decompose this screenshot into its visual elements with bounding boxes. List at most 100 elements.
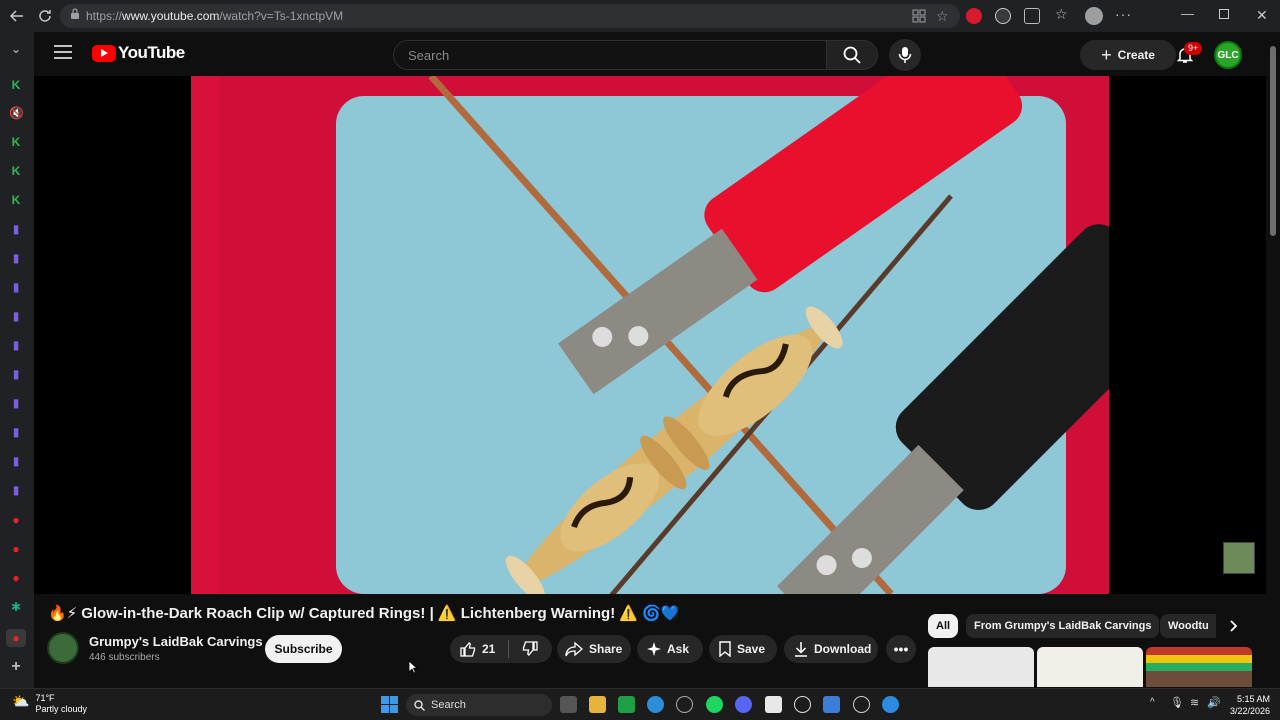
- extension-red-icon[interactable]: [966, 8, 982, 24]
- search-icon: [414, 699, 425, 711]
- minimize-icon[interactable]: —: [1181, 6, 1194, 21]
- plus-icon: +: [1101, 44, 1112, 65]
- page-scrollbar[interactable]: [1266, 32, 1280, 688]
- share-icon: [565, 641, 583, 657]
- weather-widget[interactable]: ⛅ 71°F Partly cloudy: [12, 693, 87, 715]
- sidebar-twitch-icon[interactable]: ▮: [9, 338, 23, 352]
- create-button[interactable]: + Create: [1080, 40, 1176, 70]
- sidebar-k-icon[interactable]: K: [9, 78, 23, 92]
- ask-button[interactable]: Ask: [637, 635, 703, 663]
- search-icon: [843, 46, 861, 64]
- settings-gear-icon[interactable]: [794, 696, 811, 713]
- sidebar-youtube-icon[interactable]: ●: [9, 513, 23, 527]
- edge-icon[interactable]: [647, 696, 664, 713]
- more-menu-icon[interactable]: ···: [1115, 6, 1132, 22]
- sidebar-twitch-icon[interactable]: ▮: [9, 367, 23, 381]
- close-icon[interactable]: ✕: [1256, 7, 1268, 24]
- title-emoji-suffix: 🌀💙: [642, 605, 680, 622]
- app-chrome-icon[interactable]: [676, 696, 693, 713]
- notepad-icon[interactable]: [765, 696, 782, 713]
- channel-watermark[interactable]: [1223, 542, 1255, 574]
- url-text: https://www.youtube.com/watch?v=Ts-1xnct…: [86, 9, 344, 23]
- sidebar-youtube-active-icon[interactable]: ●: [6, 629, 26, 647]
- chip-from-channel[interactable]: From Grumpy's LaidBak Carvings: [966, 614, 1160, 638]
- reload-icon[interactable]: [30, 0, 60, 32]
- save-button[interactable]: Save: [709, 635, 777, 663]
- hamburger-menu-icon[interactable]: [54, 45, 72, 64]
- chevron-down-icon[interactable]: ⌄: [9, 42, 23, 56]
- sidebar-twitch-icon[interactable]: ▮: [9, 251, 23, 265]
- sidebar-twitch-icon[interactable]: ▮: [9, 222, 23, 236]
- app-s-icon[interactable]: [618, 696, 635, 713]
- discord-icon[interactable]: [735, 696, 752, 713]
- sidebar-twitch-icon[interactable]: ▮: [9, 309, 23, 323]
- sidebar-app-icon[interactable]: ✱: [9, 600, 23, 614]
- related-video-thumbnail[interactable]: [928, 647, 1034, 687]
- profile-icon[interactable]: [1085, 7, 1103, 25]
- video-frame-image: [191, 76, 1109, 594]
- extensions-puzzle-icon[interactable]: [1024, 8, 1040, 24]
- account-avatar[interactable]: GLC: [1214, 41, 1242, 69]
- channel-name[interactable]: Grumpy's LaidBak Carvings: [89, 634, 263, 649]
- download-button[interactable]: Download: [784, 635, 878, 663]
- mute-icon[interactable]: 🔇: [9, 106, 24, 120]
- search-input[interactable]: Search: [393, 40, 827, 70]
- chip-all[interactable]: All: [928, 614, 959, 638]
- sidebar-twitch-icon[interactable]: ▮: [9, 454, 23, 468]
- file-explorer-icon[interactable]: [589, 696, 606, 713]
- back-icon[interactable]: [2, 0, 32, 32]
- mic-tray-icon[interactable]: 🎙: [1170, 696, 1184, 709]
- photos-icon[interactable]: [823, 696, 840, 713]
- sidebar-k-icon[interactable]: K: [9, 164, 23, 178]
- sidebar-twitch-icon[interactable]: ▮: [9, 280, 23, 294]
- scrollbar-thumb[interactable]: [1270, 46, 1276, 236]
- download-icon: [795, 642, 807, 657]
- like-button[interactable]: 21: [450, 635, 508, 663]
- favorites-icon[interactable]: ☆: [1055, 6, 1068, 23]
- subscribe-button[interactable]: Subscribe: [265, 635, 342, 663]
- taskbar-search[interactable]: Search: [406, 694, 552, 716]
- voice-search-button[interactable]: [889, 39, 921, 71]
- dislike-button[interactable]: [509, 635, 551, 663]
- windows-start-icon[interactable]: [381, 696, 398, 718]
- wifi-icon[interactable]: ≋: [1190, 696, 1199, 709]
- browser-toolbar: https://www.youtube.com/watch?v=Ts-1xnct…: [0, 0, 1280, 32]
- sidebar-k-icon[interactable]: K: [9, 135, 23, 149]
- star-icon[interactable]: ☆: [936, 8, 949, 25]
- chip-woodturning[interactable]: Woodtu: [1160, 614, 1216, 638]
- related-video-thumbnail[interactable]: [1037, 647, 1143, 687]
- taskbar-clock[interactable]: 5:15 AM 3/22/2026: [1224, 693, 1270, 717]
- app-grid-icon[interactable]: [912, 9, 926, 28]
- video-frame[interactable]: [191, 76, 1109, 594]
- bookmark-icon: [719, 641, 731, 657]
- sidebar-youtube-icon[interactable]: ●: [9, 571, 23, 585]
- spotify-icon[interactable]: [706, 696, 723, 713]
- related-video-thumbnail[interactable]: [1146, 647, 1252, 687]
- sidebar-youtube-icon[interactable]: ●: [9, 542, 23, 556]
- share-button[interactable]: Share: [557, 635, 631, 663]
- channel-avatar[interactable]: [47, 632, 79, 664]
- add-icon[interactable]: +: [9, 659, 23, 675]
- notifications-badge: 9+: [1184, 42, 1203, 55]
- search-button[interactable]: [826, 40, 878, 70]
- sidebar-twitch-icon[interactable]: ▮: [9, 483, 23, 497]
- video-player[interactable]: [34, 76, 1266, 594]
- address-bar[interactable]: https://www.youtube.com/watch?v=Ts-1xnct…: [60, 4, 960, 28]
- site-info-icon[interactable]: [70, 7, 80, 25]
- task-view-icon[interactable]: [560, 696, 577, 713]
- volume-icon[interactable]: 🔊: [1207, 696, 1221, 709]
- partly-cloudy-icon: ⛅: [12, 693, 30, 709]
- sidebar-k-icon[interactable]: K: [9, 193, 23, 207]
- obs-icon[interactable]: [853, 696, 870, 713]
- maximize-icon[interactable]: [1219, 9, 1229, 19]
- youtube-logo[interactable]: YouTube: [92, 43, 185, 63]
- extension-w-icon[interactable]: [995, 8, 1011, 24]
- thumbs-down-icon: [522, 641, 538, 656]
- sidebar-twitch-icon[interactable]: ▮: [9, 396, 23, 410]
- chips-next-icon[interactable]: [1224, 616, 1244, 636]
- chevron-up-icon[interactable]: ^: [1150, 697, 1155, 708]
- video-title: 🔥⚡ Glow-in-the-Dark Roach Clip w/ Captur…: [48, 604, 679, 622]
- sidebar-twitch-icon[interactable]: ▮: [9, 425, 23, 439]
- more-actions-icon[interactable]: •••: [886, 635, 916, 663]
- app-blue-icon[interactable]: [882, 696, 899, 713]
